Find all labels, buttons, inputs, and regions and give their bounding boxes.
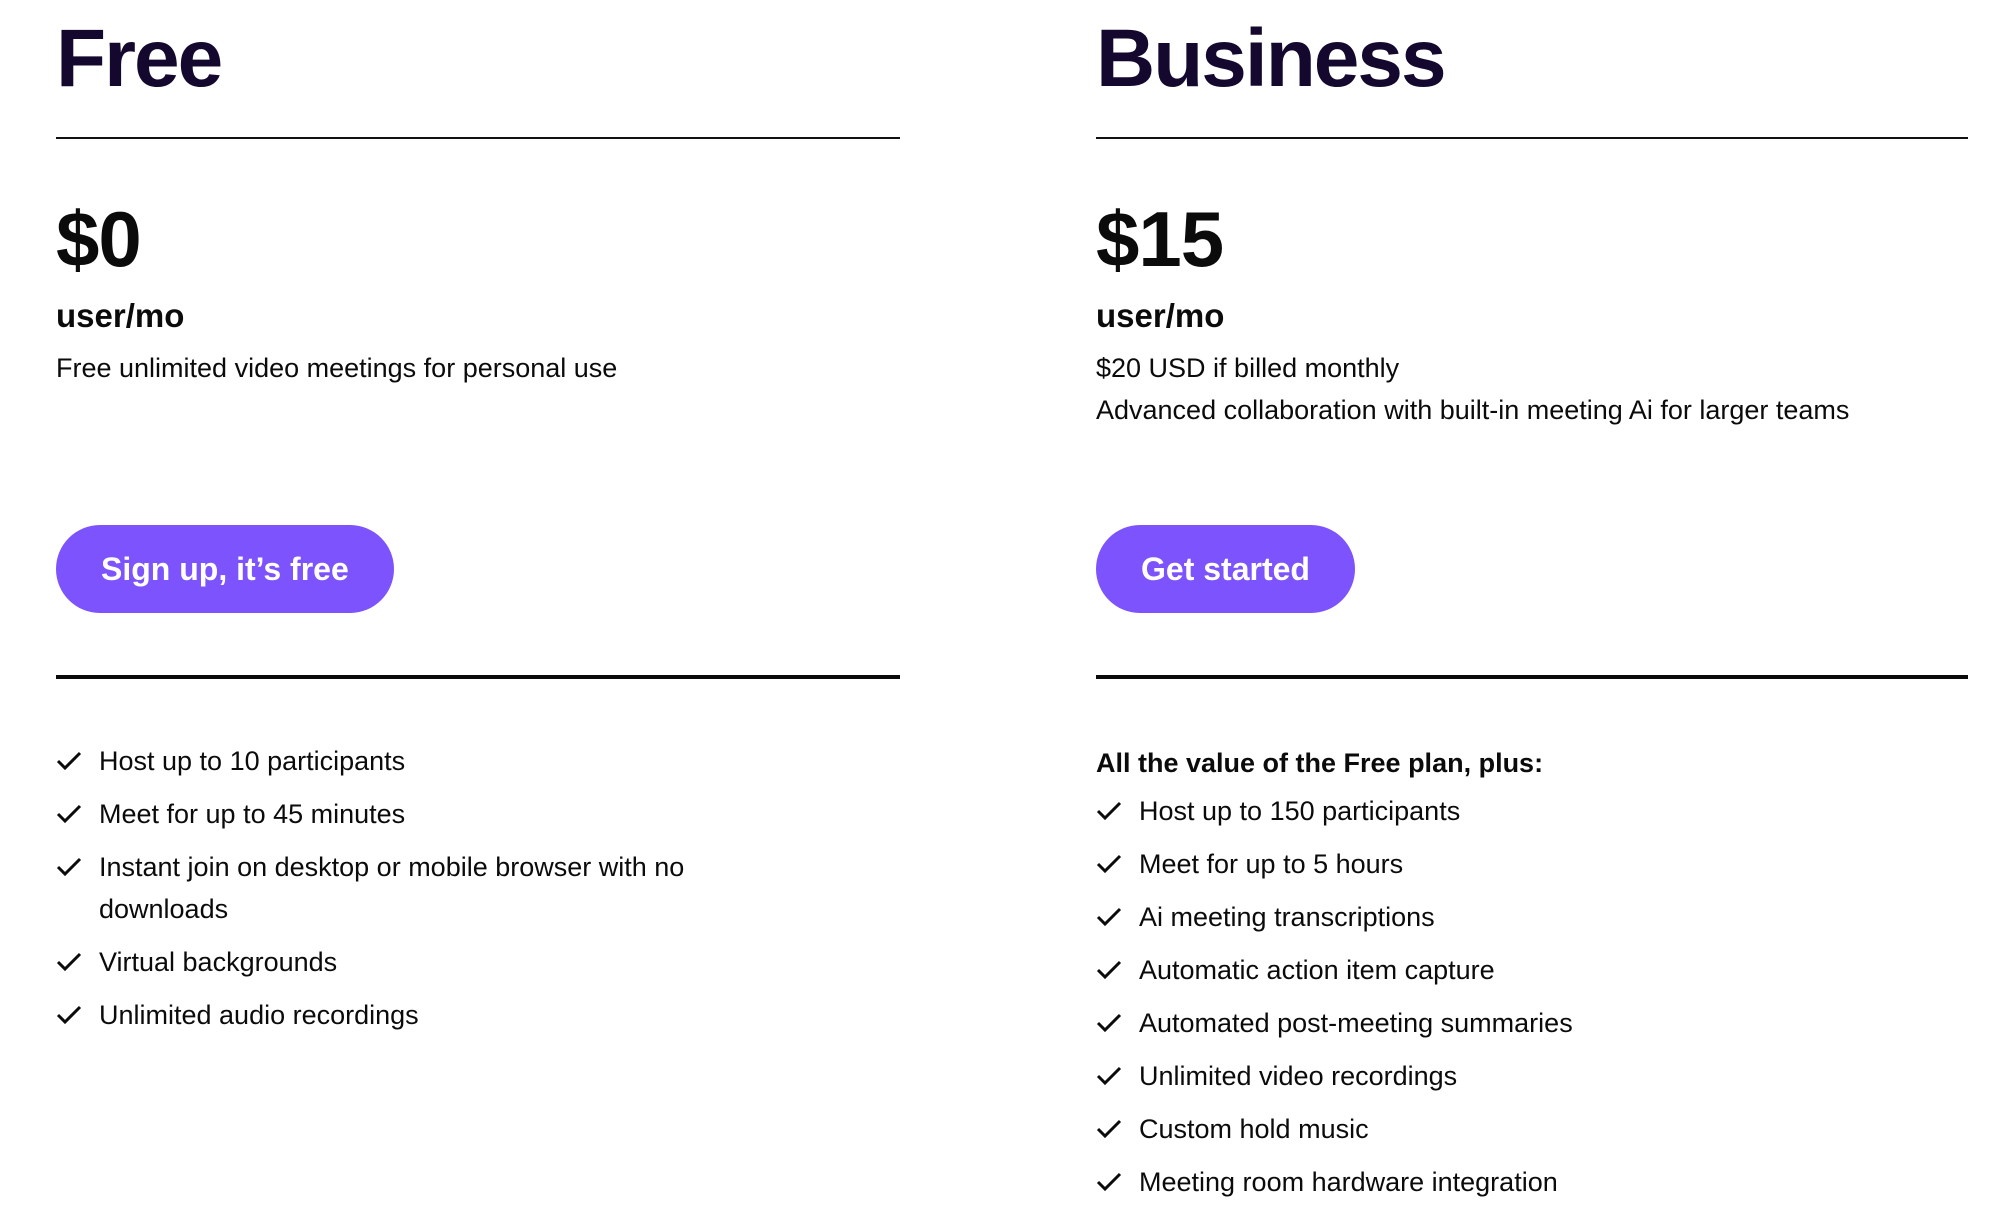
feature-text: Meet for up to 5 hours [1139, 849, 1404, 879]
feature-text: Host up to 10 participants [99, 746, 406, 776]
feature-list: Host up to 150 participants Meet for up … [1096, 790, 1573, 1214]
feature-text: Virtual backgrounds [99, 947, 338, 977]
plan-description: $20 USD if billed monthly Advanced colla… [1096, 347, 1849, 431]
feature-text: Instant join on desktop or mobile browse… [99, 852, 685, 924]
feature-item: Custom hold music [1096, 1108, 1573, 1150]
feature-item: Virtual backgrounds [56, 941, 799, 983]
check-icon [56, 952, 82, 972]
get-started-button[interactable]: Get started [1096, 525, 1355, 613]
feature-item: Meet for up to 45 minutes [56, 793, 799, 835]
check-icon [1096, 1119, 1122, 1139]
description-line: $20 USD if billed monthly [1096, 353, 1400, 383]
feature-item: Unlimited audio recordings [56, 994, 799, 1036]
check-icon [1096, 1013, 1122, 1033]
feature-text: Unlimited video recordings [1139, 1061, 1458, 1091]
check-icon [1096, 1172, 1122, 1192]
feature-text: Meeting room hardware integration [1139, 1167, 1558, 1197]
feature-text: Ai meeting transcriptions [1139, 902, 1435, 932]
check-icon [56, 804, 82, 824]
check-icon [56, 857, 82, 877]
check-icon [1096, 907, 1122, 927]
check-icon [1096, 801, 1122, 821]
price-unit: user/mo [1096, 297, 1225, 334]
feature-item: Unlimited video recordings [1096, 1055, 1573, 1097]
plan-title: Free [56, 13, 223, 104]
price-unit: user/mo [56, 297, 185, 334]
feature-item: Automated post-meeting summaries [1096, 1002, 1573, 1044]
feature-item: Instant join on desktop or mobile browse… [56, 846, 799, 930]
feature-item: Ai meeting transcriptions [1096, 896, 1573, 938]
plan-price: $15 [1096, 195, 1224, 283]
check-icon [1096, 960, 1122, 980]
sign-up-button[interactable]: Sign up, it’s free [56, 525, 394, 613]
feature-text: Automated post-meeting summaries [1139, 1008, 1573, 1038]
feature-text: Unlimited audio recordings [99, 1000, 419, 1030]
description-line: Advanced collaboration with built-in mee… [1096, 395, 1850, 425]
plan-title: Business [1096, 13, 1447, 104]
feature-list: Host up to 10 participants Meet for up t… [56, 740, 799, 1047]
divider [1096, 137, 1968, 139]
feature-text: Meet for up to 45 minutes [99, 799, 406, 829]
features-lead: All the value of the Free plan, plus: [1096, 748, 1544, 778]
feature-item: Host up to 10 participants [56, 740, 799, 782]
feature-text: Custom hold music [1139, 1114, 1369, 1144]
feature-item: Meeting room hardware integration [1096, 1161, 1573, 1203]
divider [1096, 675, 1968, 679]
feature-text: Automatic action item capture [1139, 955, 1495, 985]
feature-item: Host up to 150 participants [1096, 790, 1573, 832]
feature-item: Automatic action item capture [1096, 949, 1573, 991]
description-line: Free unlimited video meetings for person… [56, 353, 618, 383]
feature-item: Meet for up to 5 hours [1096, 843, 1573, 885]
check-icon [1096, 1066, 1122, 1086]
plan-price: $0 [56, 195, 142, 283]
divider [56, 137, 900, 139]
feature-text: Host up to 150 participants [1139, 796, 1461, 826]
check-icon [1096, 854, 1122, 874]
check-icon [56, 1005, 82, 1025]
check-icon [56, 751, 82, 771]
plan-description: Free unlimited video meetings for person… [56, 347, 617, 389]
divider [56, 675, 900, 679]
